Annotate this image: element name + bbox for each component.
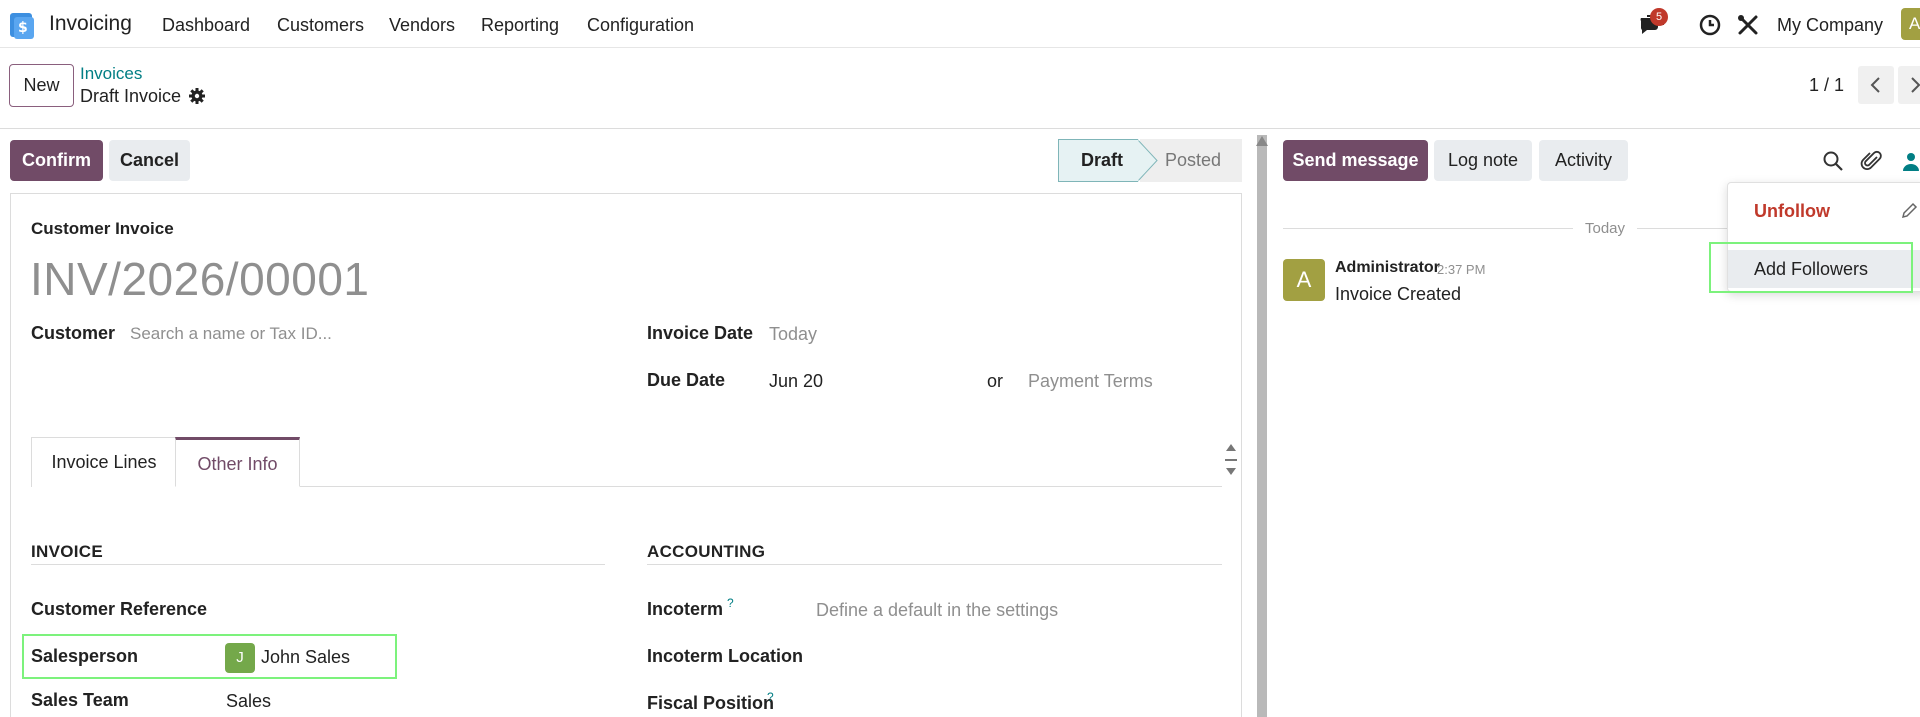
- pager-next-button[interactable]: [1898, 66, 1920, 104]
- control-panel-divider: [0, 128, 1920, 129]
- incoterm-label: Incoterm: [647, 599, 724, 619]
- tools-icon[interactable]: [1735, 12, 1761, 38]
- menu-customers[interactable]: Customers: [277, 15, 364, 36]
- message-time: 2:37 PM: [1437, 262, 1486, 277]
- form-scrollbar[interactable]: [1257, 135, 1267, 717]
- gear-icon[interactable]: [188, 87, 206, 105]
- or-label: or: [987, 371, 1004, 391]
- accounting-section-title: ACCOUNTING: [647, 542, 766, 561]
- incoterm-input[interactable]: Define a default in the settings: [816, 600, 1058, 621]
- confirm-button[interactable]: Confirm: [10, 140, 103, 181]
- invoice-date-label: Invoice Date: [647, 323, 754, 343]
- invoice-type-label: Customer Invoice: [31, 219, 174, 238]
- log-note-button[interactable]: Log note: [1434, 140, 1532, 181]
- unfollow-menu-item[interactable]: Unfollow: [1754, 201, 1830, 222]
- add-followers-highlight: [1709, 242, 1913, 293]
- due-date-input[interactable]: Jun 20: [769, 371, 823, 392]
- app-name[interactable]: Invoicing: [49, 12, 132, 36]
- cancel-button[interactable]: Cancel: [109, 140, 190, 181]
- invoice-section-divider: [31, 564, 605, 565]
- followers-icon[interactable]: [1899, 149, 1920, 173]
- chevron-right-icon: [1911, 77, 1920, 93]
- invoice-number: INV/2026/00001: [30, 253, 370, 305]
- invoicing-app-icon[interactable]: $: [8, 11, 36, 39]
- fiscal-position-label: Fiscal Position: [647, 693, 775, 713]
- svg-text:$: $: [18, 20, 28, 36]
- salesperson-avatar: J: [225, 643, 255, 673]
- tab-invoice-lines[interactable]: Invoice Lines: [31, 437, 176, 487]
- due-date-label: Due Date: [647, 370, 726, 390]
- top-navbar: $ Invoicing Dashboard Customers Vendors …: [0, 0, 1920, 48]
- pager-previous-button[interactable]: [1858, 66, 1894, 104]
- date-separator-line-left: [1283, 228, 1573, 229]
- fiscal-position-help-icon[interactable]: ?: [767, 690, 774, 704]
- sales-team-label: Sales Team: [31, 690, 129, 710]
- status-draft[interactable]: Draft: [1058, 139, 1138, 182]
- menu-dashboard[interactable]: Dashboard: [162, 15, 250, 36]
- message-author-avatar[interactable]: A: [1283, 259, 1325, 301]
- invoice-date-input[interactable]: Today: [769, 324, 817, 345]
- date-separator-line-right: [1637, 228, 1727, 229]
- clock-icon[interactable]: [1697, 12, 1723, 38]
- customer-input[interactable]: Search a name or Tax ID...: [130, 324, 332, 344]
- activity-button[interactable]: Activity: [1539, 140, 1628, 181]
- send-message-button[interactable]: Send message: [1283, 140, 1428, 181]
- search-icon[interactable]: [1821, 149, 1845, 173]
- tab-other-info[interactable]: Other Info: [175, 437, 300, 487]
- salesperson-label: Salesperson: [31, 646, 139, 666]
- menu-configuration[interactable]: Configuration: [587, 15, 694, 36]
- invoice-section-title: INVOICE: [31, 542, 104, 561]
- message-body: Invoice Created: [1335, 284, 1462, 304]
- breadcrumb-invoices[interactable]: Invoices: [80, 64, 142, 84]
- pencil-icon[interactable]: [1900, 202, 1918, 220]
- scroll-up-icon[interactable]: [1255, 135, 1269, 147]
- pager-value[interactable]: 1 / 1: [1809, 75, 1844, 96]
- accounting-section-divider: [647, 564, 1222, 565]
- payment-terms-input[interactable]: Payment Terms: [1028, 371, 1153, 392]
- sales-team-input[interactable]: Sales: [226, 691, 271, 712]
- new-button[interactable]: New: [9, 64, 74, 107]
- paperclip-icon[interactable]: [1860, 149, 1884, 173]
- breadcrumb-current: Draft Invoice: [80, 86, 182, 106]
- incoterm-location-label: Incoterm Location: [647, 646, 804, 666]
- date-separator: Today: [1585, 220, 1626, 237]
- salesperson-input[interactable]: John Sales: [261, 647, 350, 668]
- menu-vendors[interactable]: Vendors: [389, 15, 455, 36]
- status-arrow-shape: [1137, 139, 1158, 182]
- incoterm-help-icon[interactable]: ?: [727, 596, 734, 610]
- resize-handle-icon[interactable]: [1223, 442, 1239, 482]
- menu-reporting[interactable]: Reporting: [481, 15, 559, 36]
- message-author[interactable]: Administrator: [1335, 259, 1440, 277]
- user-avatar[interactable]: A: [1901, 8, 1920, 40]
- customer-reference-label: Customer Reference: [31, 599, 208, 619]
- company-switcher[interactable]: My Company: [1777, 15, 1883, 36]
- chevron-left-icon: [1870, 77, 1880, 93]
- customer-label: Customer: [31, 323, 116, 343]
- messages-badge: 5: [1650, 8, 1668, 26]
